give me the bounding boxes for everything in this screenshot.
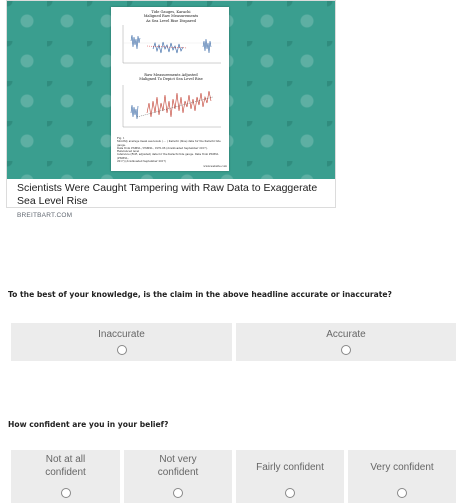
- option-fairly-confident-label: Fairly confident: [256, 462, 324, 473]
- tide-gauge-chart-bottom: [122, 85, 221, 128]
- figure-caption: Fig. 1 Monthly average mean sea levels ( …: [117, 137, 221, 164]
- article-domain: BREITBART.COM: [17, 212, 73, 219]
- article-headline[interactable]: Scientists Were Caught Tampering with Ra…: [17, 182, 327, 208]
- option-not-very-confident[interactable]: Not very confident: [124, 450, 232, 503]
- radio-inaccurate[interactable]: [116, 345, 127, 355]
- option-inaccurate-label: Inaccurate: [98, 329, 145, 340]
- figure-credit: www.website.com: [203, 165, 227, 168]
- figure-bottom-title: Raw Measurements Adjusted Maligned To Dep…: [139, 73, 203, 82]
- radio-accurate[interactable]: [341, 345, 351, 355]
- option-inaccurate[interactable]: Inaccurate: [11, 323, 232, 361]
- news-card[interactable]: Tide Gauges, Karachi Maligned Raw Measure…: [6, 0, 336, 219]
- option-accurate[interactable]: Accurate: [236, 323, 456, 361]
- question-confidence: How confident are you in your belief?: [8, 420, 169, 429]
- radio-fairly-confident[interactable]: [285, 488, 295, 498]
- radio-not-at-all-confident[interactable]: [60, 488, 71, 498]
- option-not-at-all-confident[interactable]: Not at all confident: [11, 450, 120, 503]
- card-text: Scientists Were Caught Tampering with Ra…: [17, 182, 327, 219]
- option-very-confident[interactable]: Very confident: [348, 450, 456, 503]
- question-accuracy: To the best of your knowledge, is the cl…: [8, 290, 392, 299]
- figure-sheet: Tide Gauges, Karachi Maligned Raw Measure…: [111, 7, 229, 171]
- radio-not-very-confident[interactable]: [173, 488, 183, 498]
- tide-gauge-chart-top: [122, 25, 221, 64]
- figure-top-title: Tide Gauges, Karachi Maligned Raw Measure…: [143, 10, 199, 23]
- option-very-confident-label: Very confident: [370, 462, 434, 473]
- option-fairly-confident[interactable]: Fairly confident: [236, 450, 344, 503]
- option-accurate-label: Accurate: [326, 329, 366, 340]
- option-not-very-confident-label: Not very confident: [157, 454, 199, 478]
- article-image: Tide Gauges, Karachi Maligned Raw Measure…: [7, 1, 335, 179]
- option-not-at-all-confident-label: Not at all confident: [45, 454, 86, 478]
- radio-very-confident[interactable]: [397, 488, 407, 498]
